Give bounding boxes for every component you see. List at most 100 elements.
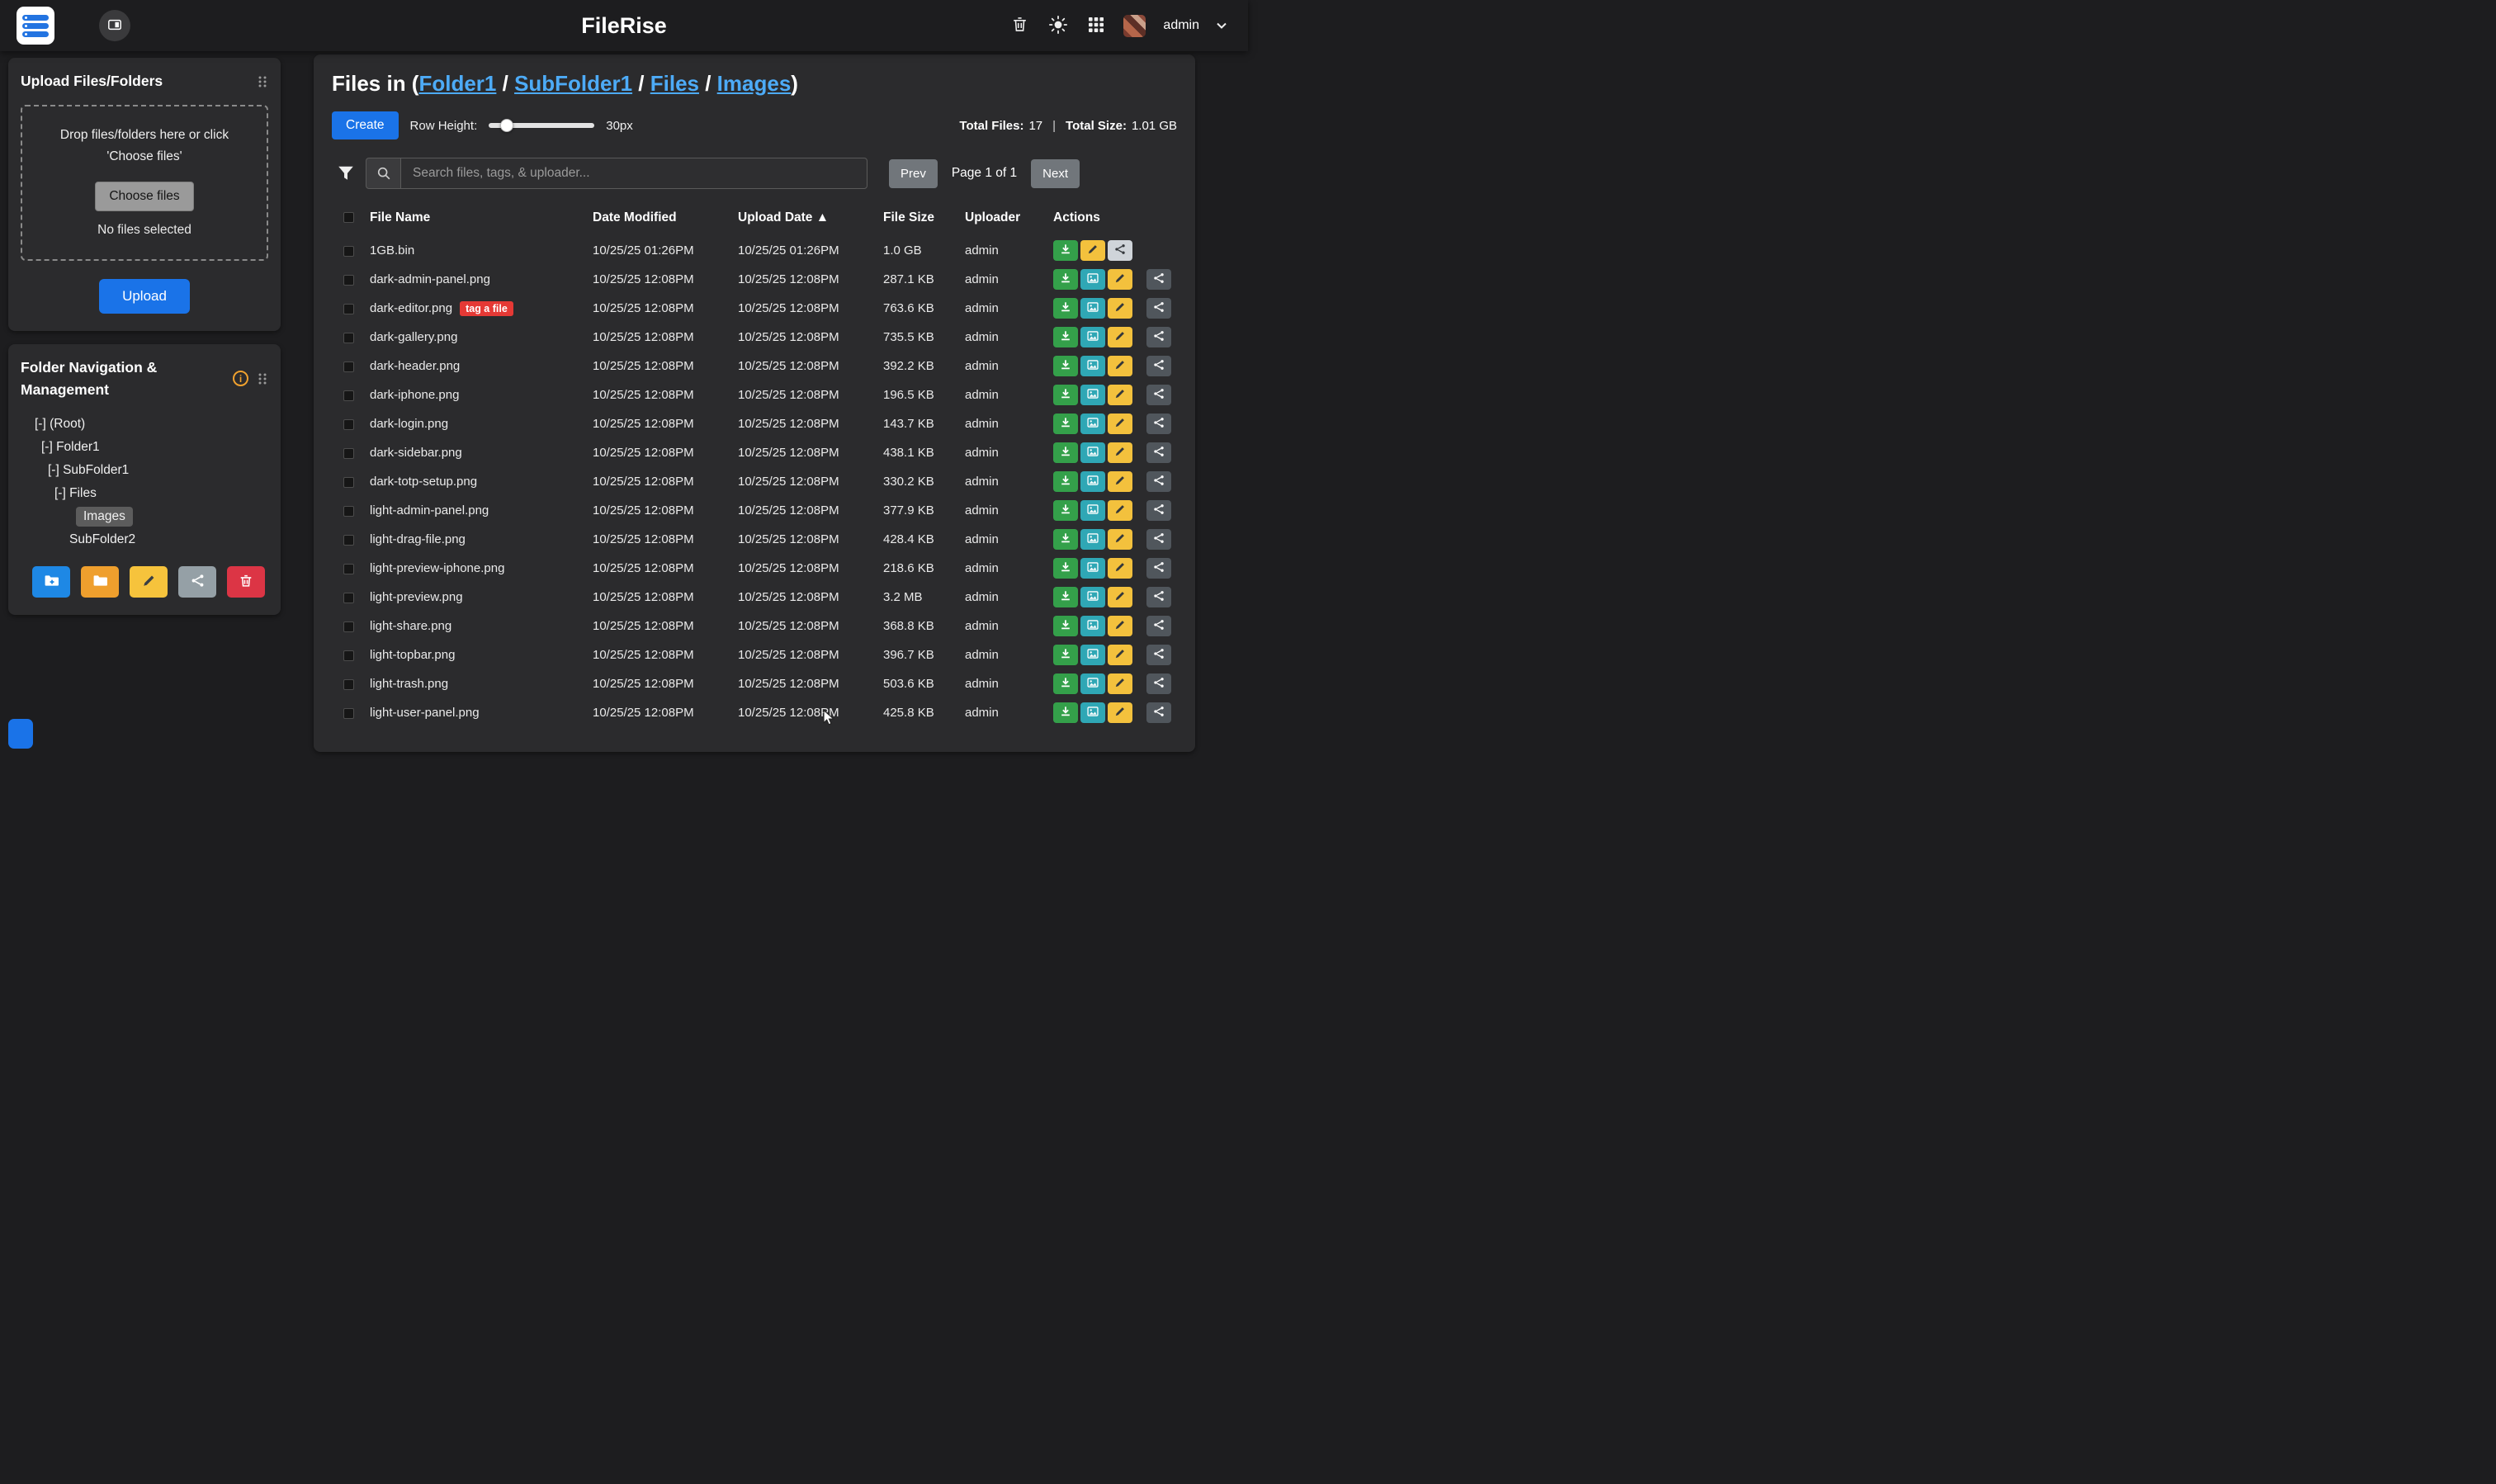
trash-view-button[interactable] xyxy=(1009,14,1030,37)
collapse-toggle[interactable]: [-] xyxy=(48,463,63,478)
select-all-checkbox[interactable] xyxy=(343,212,354,223)
share-folder-button[interactable] xyxy=(178,566,216,598)
download-button[interactable] xyxy=(1053,702,1078,723)
row-checkbox[interactable] xyxy=(343,390,354,401)
download-button[interactable] xyxy=(1053,500,1078,521)
file-name[interactable]: light-topbar.png xyxy=(370,648,455,662)
preview-button[interactable] xyxy=(1080,269,1105,290)
preview-button[interactable] xyxy=(1080,500,1105,521)
download-button[interactable] xyxy=(1053,269,1078,290)
download-button[interactable] xyxy=(1053,616,1078,636)
user-avatar[interactable] xyxy=(1123,15,1146,37)
preview-button[interactable] xyxy=(1080,298,1105,319)
help-button[interactable] xyxy=(8,719,33,749)
file-name[interactable]: light-trash.png xyxy=(370,677,448,691)
row-checkbox[interactable] xyxy=(343,275,354,286)
share-button[interactable] xyxy=(1146,414,1171,434)
row-checkbox[interactable] xyxy=(343,448,354,459)
download-button[interactable] xyxy=(1053,240,1078,261)
edit-button[interactable] xyxy=(1108,356,1132,376)
row-checkbox[interactable] xyxy=(343,564,354,574)
edit-button[interactable] xyxy=(1108,673,1132,694)
edit-button[interactable] xyxy=(1108,442,1132,463)
share-button[interactable] xyxy=(1146,587,1171,607)
share-button[interactable] xyxy=(1146,385,1171,405)
preview-button[interactable] xyxy=(1080,385,1105,405)
breadcrumb-link-folder1[interactable]: Folder1 xyxy=(418,71,496,96)
edit-button[interactable] xyxy=(1108,327,1132,347)
edit-button[interactable] xyxy=(1080,240,1105,261)
folder-tree-item-images[interactable]: Images xyxy=(21,505,268,528)
column-header-actions[interactable]: Actions xyxy=(1053,202,1177,236)
breadcrumb-link-images[interactable]: Images xyxy=(717,71,792,96)
search-input[interactable] xyxy=(400,158,867,189)
file-name[interactable]: light-admin-panel.png xyxy=(370,503,489,518)
row-checkbox[interactable] xyxy=(343,679,354,690)
folder-tree-item-folder1[interactable]: [-] Folder1 xyxy=(21,436,268,459)
preview-button[interactable] xyxy=(1080,558,1105,579)
folder-tree-item-subfolder2[interactable]: SubFolder2 xyxy=(21,528,268,551)
row-height-slider[interactable] xyxy=(489,123,594,128)
collapse-toggle[interactable]: [-] xyxy=(54,486,69,501)
row-checkbox[interactable] xyxy=(343,419,354,430)
file-name[interactable]: light-preview.png xyxy=(370,590,463,604)
share-button[interactable] xyxy=(1146,500,1171,521)
preview-button[interactable] xyxy=(1080,645,1105,665)
username[interactable]: admin xyxy=(1163,18,1199,33)
column-header-file-size[interactable]: File Size xyxy=(883,202,965,236)
column-header-uploader[interactable]: Uploader xyxy=(965,202,1053,236)
edit-button[interactable] xyxy=(1108,471,1132,492)
search-icon[interactable] xyxy=(366,158,400,189)
edit-button[interactable] xyxy=(1108,269,1132,290)
download-button[interactable] xyxy=(1053,471,1078,492)
edit-button[interactable] xyxy=(1108,702,1132,723)
breadcrumb-link-files[interactable]: Files xyxy=(650,71,699,96)
column-header-upload-date[interactable]: Upload Date ▲ xyxy=(738,202,883,236)
file-name[interactable]: dark-sidebar.png xyxy=(370,446,462,460)
share-button[interactable] xyxy=(1108,240,1132,261)
file-name[interactable]: light-user-panel.png xyxy=(370,706,480,720)
download-button[interactable] xyxy=(1053,442,1078,463)
preview-button[interactable] xyxy=(1080,356,1105,376)
edit-button[interactable] xyxy=(1108,616,1132,636)
preview-button[interactable] xyxy=(1080,442,1105,463)
row-checkbox[interactable] xyxy=(343,362,354,372)
share-button[interactable] xyxy=(1146,673,1171,694)
edit-button[interactable] xyxy=(1108,558,1132,579)
collapse-toggle[interactable]: [-] xyxy=(41,440,56,455)
download-button[interactable] xyxy=(1053,298,1078,319)
download-button[interactable] xyxy=(1053,673,1078,694)
share-button[interactable] xyxy=(1146,558,1171,579)
info-icon[interactable] xyxy=(233,371,248,386)
row-checkbox[interactable] xyxy=(343,621,354,632)
download-button[interactable] xyxy=(1053,356,1078,376)
row-checkbox[interactable] xyxy=(343,650,354,661)
file-name[interactable]: light-share.png xyxy=(370,619,451,633)
preview-button[interactable] xyxy=(1080,471,1105,492)
share-button[interactable] xyxy=(1146,645,1171,665)
file-name[interactable]: light-preview-iphone.png xyxy=(370,561,504,575)
preview-button[interactable] xyxy=(1080,414,1105,434)
row-checkbox[interactable] xyxy=(343,246,354,257)
edit-button[interactable] xyxy=(1108,645,1132,665)
row-checkbox[interactable] xyxy=(343,593,354,603)
rename-folder-button[interactable] xyxy=(130,566,168,598)
folder-tree-item-files[interactable]: [-] Files xyxy=(21,482,268,505)
create-folder-button[interactable] xyxy=(32,566,70,598)
download-button[interactable] xyxy=(1053,645,1078,665)
preview-button[interactable] xyxy=(1080,529,1105,550)
choose-files-button[interactable]: Choose files xyxy=(95,182,193,211)
folder-tree-item-root[interactable]: [-] (Root) xyxy=(21,413,268,436)
download-button[interactable] xyxy=(1053,587,1078,607)
theme-toggle-button[interactable] xyxy=(1047,14,1069,38)
edit-button[interactable] xyxy=(1108,500,1132,521)
download-button[interactable] xyxy=(1053,414,1078,434)
share-button[interactable] xyxy=(1146,298,1171,319)
download-button[interactable] xyxy=(1053,327,1078,347)
panel-toggle-button[interactable] xyxy=(99,10,130,41)
edit-button[interactable] xyxy=(1108,587,1132,607)
share-button[interactable] xyxy=(1146,442,1171,463)
file-name[interactable]: dark-iphone.png xyxy=(370,388,459,402)
prev-button[interactable]: Prev xyxy=(889,159,938,188)
file-name[interactable]: dark-editor.png xyxy=(370,301,452,315)
